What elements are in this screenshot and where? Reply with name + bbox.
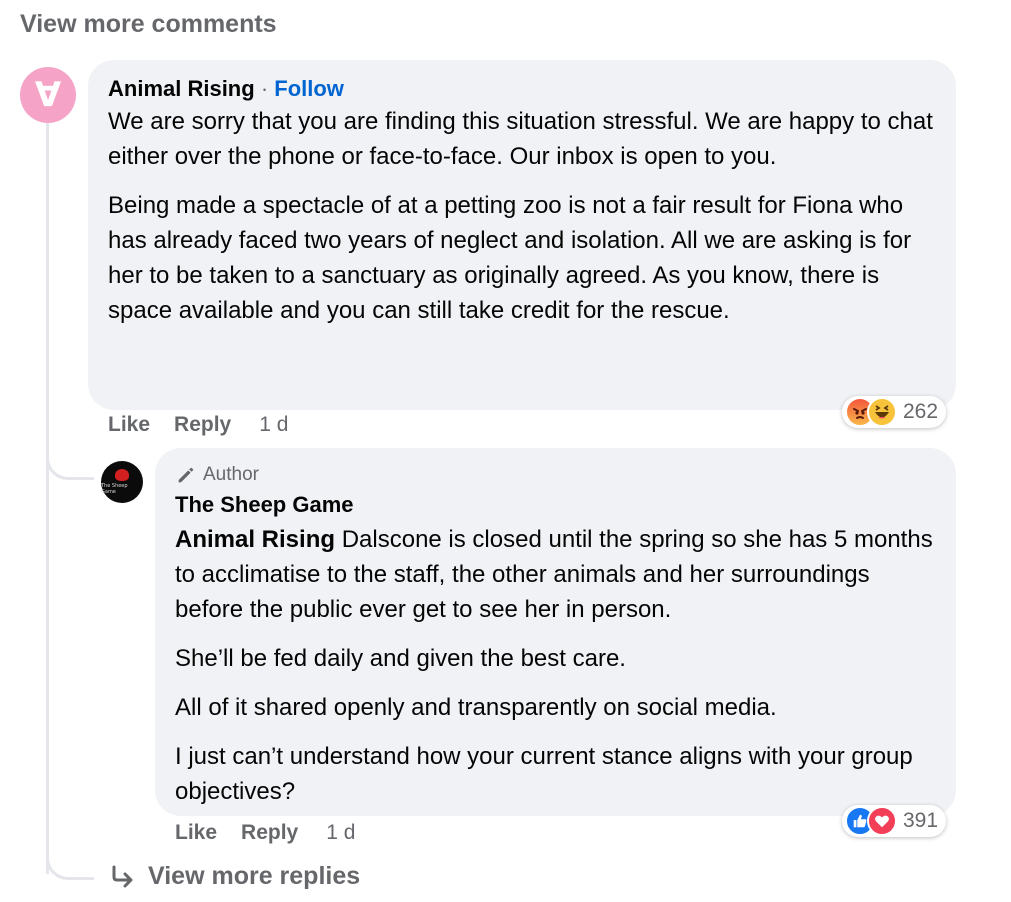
reaction-summary[interactable]: 391 [842, 805, 947, 837]
timestamp[interactable]: 1 d [259, 413, 288, 437]
comment-paragraph: All of it shared openly and transparentl… [175, 694, 777, 721]
like-button[interactable]: Like [108, 413, 150, 437]
comment-actions: Like Reply 1 d [175, 821, 355, 845]
reply-bubble: Author The Sheep Game Animal Rising Dals… [155, 448, 956, 816]
love-reaction-icon [867, 806, 897, 836]
pencil-icon [178, 467, 194, 483]
reply-button[interactable]: Reply [241, 821, 298, 845]
reply-arrow-icon [112, 865, 133, 887]
thread-connector [46, 440, 94, 480]
comment-bubble: Animal Rising · Follow We are sorry that… [88, 60, 956, 410]
animal-rising-logo-icon: ∀ [34, 75, 62, 115]
comment-header: Animal Rising · Follow [108, 74, 936, 104]
avatar[interactable]: ∀ [20, 67, 76, 123]
author-badge-label: Author [203, 464, 259, 485]
thread-connector [46, 840, 94, 880]
avatar[interactable]: The Sheep Game [101, 461, 143, 503]
like-button[interactable]: Like [175, 821, 217, 845]
author-name[interactable]: Animal Rising [108, 76, 255, 101]
timestamp[interactable]: 1 d [326, 821, 355, 845]
reaction-summary[interactable]: 262 [842, 396, 947, 428]
view-more-replies-link[interactable]: View more replies [108, 862, 360, 891]
logo-text: The Sheep Game [101, 483, 128, 495]
comment-paragraph: She’ll be fed daily and given the best c… [175, 645, 626, 672]
comment-paragraph: We are sorry that you are finding this s… [108, 108, 933, 170]
view-more-comments-link[interactable]: View more comments [20, 10, 277, 39]
comment-actions: Like Reply 1 d [108, 413, 288, 437]
haha-emoji-icon [867, 397, 897, 427]
separator: · [260, 76, 269, 101]
view-more-replies-label: View more replies [148, 862, 361, 890]
follow-button[interactable]: Follow [274, 76, 344, 101]
mention-link[interactable]: Animal Rising [175, 526, 335, 553]
author-name[interactable]: The Sheep Game [175, 490, 936, 520]
thread-line [46, 122, 49, 874]
comment-paragraph: Animal Rising Dalscone is closed until t… [175, 522, 936, 627]
reaction-count: 262 [903, 400, 939, 423]
reaction-count: 391 [903, 809, 939, 832]
author-badge: Author [175, 462, 936, 488]
sheep-game-logo-icon [115, 469, 129, 481]
comment-paragraph: Being made a spectacle of at a petting z… [108, 192, 912, 324]
reply-button[interactable]: Reply [174, 413, 231, 437]
comment-paragraph: I just can’t understand how your current… [175, 743, 913, 805]
